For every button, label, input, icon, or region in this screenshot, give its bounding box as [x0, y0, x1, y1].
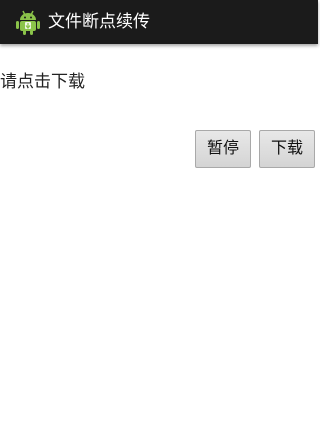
download-status-text: 请点击下载 [0, 72, 85, 92]
app-title: 文件断点续传 [48, 12, 150, 32]
download-button[interactable]: 下载 [259, 130, 315, 168]
android-icon [15, 9, 41, 36]
action-bar: 文件断点续传 [0, 0, 318, 44]
pause-button[interactable]: 暂停 [195, 130, 251, 168]
app-screen: 文件断点续传 请点击下载 暂停 下载 [0, 0, 318, 447]
